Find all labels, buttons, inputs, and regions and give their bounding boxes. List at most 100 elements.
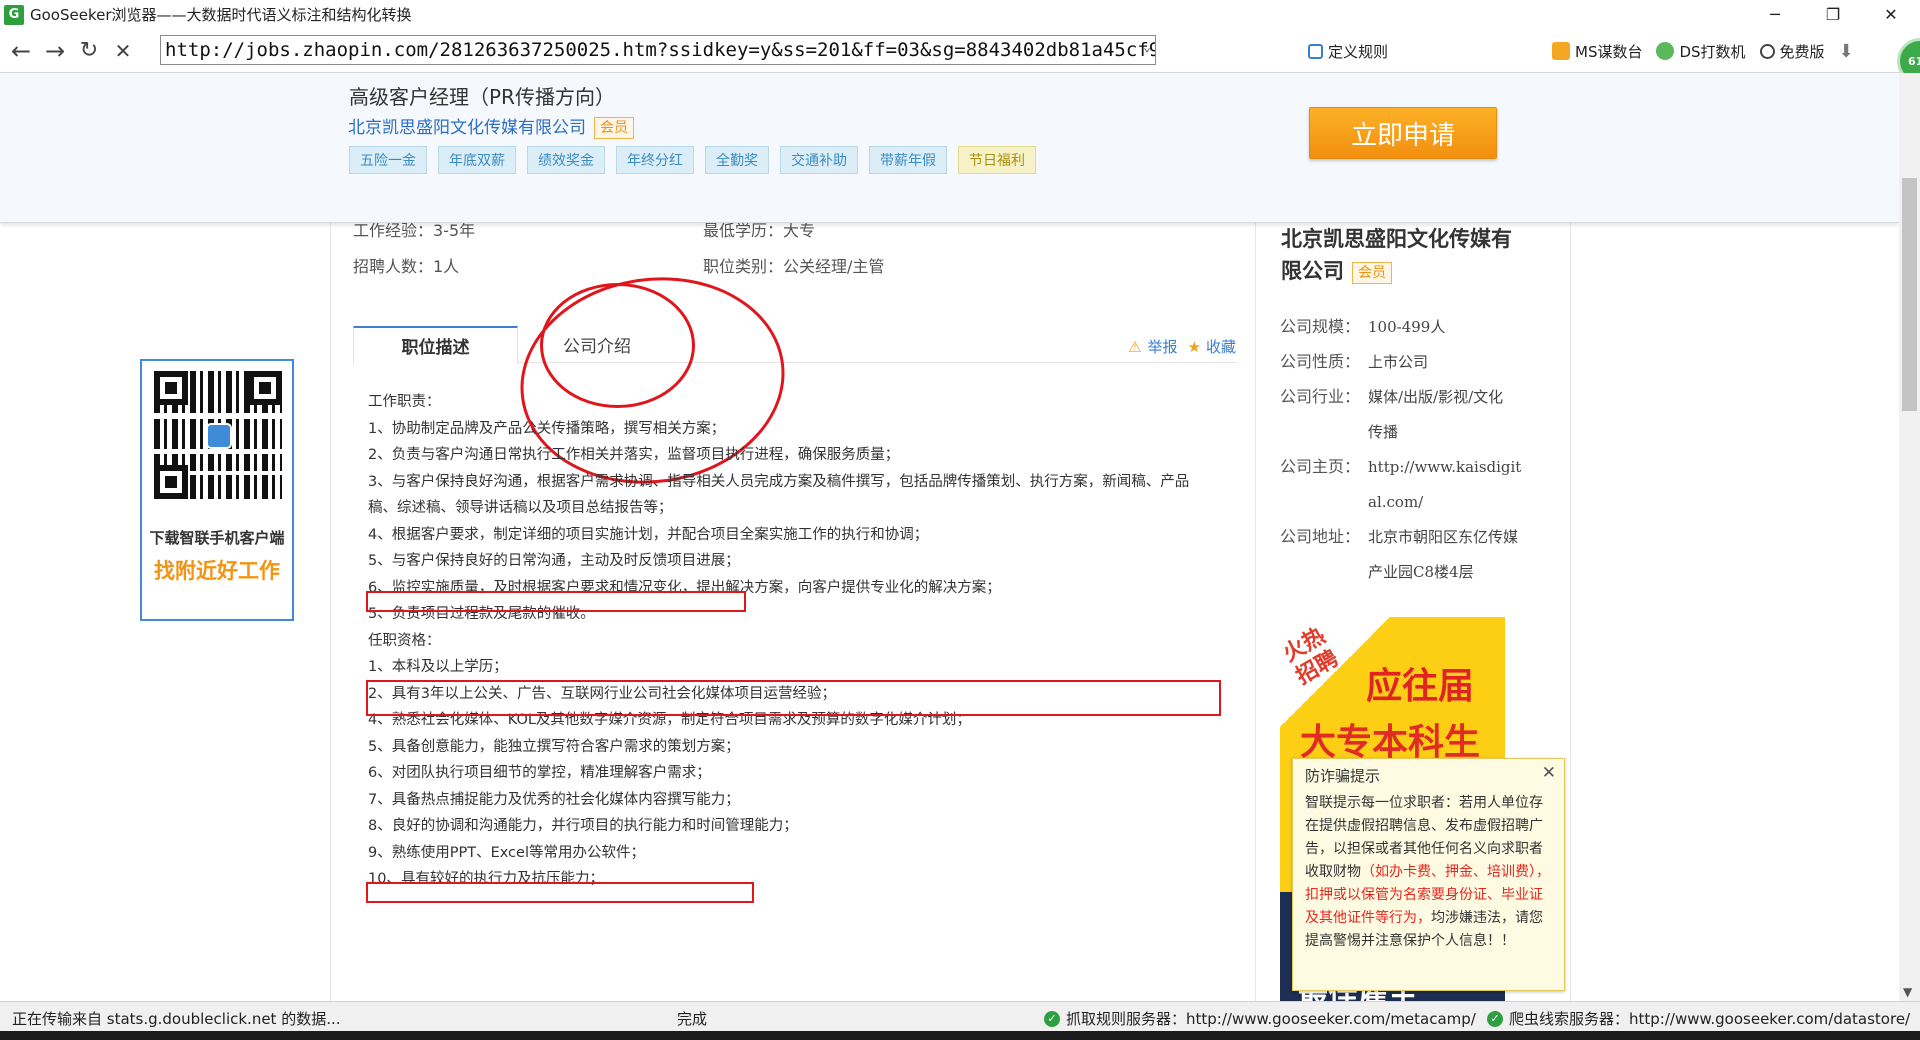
fraud-tip-title: 防诈骗提示	[1305, 767, 1381, 785]
benefit-tag: 五险一金	[349, 146, 427, 174]
apply-button[interactable]: 立即申请	[1309, 107, 1497, 159]
minimize-icon[interactable]: ─	[1746, 0, 1804, 29]
qr-caption: 下载智联手机客户端	[149, 529, 285, 547]
description-line: 9、熟练使用PPT、Excel等常用办公软件；	[368, 844, 645, 861]
ds-label: DS打数机	[1679, 42, 1746, 61]
ds-icon	[1656, 42, 1675, 60]
company-name-line: 北京凯思盛阳文化传媒有	[1281, 226, 1512, 251]
description-line: 稿、综述稿、领导讲话稿以及项目总结报告等；	[368, 500, 673, 516]
loading-status: 正在传输来自 stats.g.doubleclick.net 的数据...	[12, 1010, 341, 1028]
define-rule-label: 定义规则	[1328, 42, 1389, 61]
restore-icon[interactable]: ❐	[1804, 0, 1862, 29]
crawler-server-status[interactable]: ✓ 爬虫线索服务器：http://www.gooseeker.com/datast…	[1487, 1008, 1910, 1029]
description-line: 7、具备热点捕捉能力及优秀的社会化媒体内容撰写能力；	[368, 791, 740, 808]
info-key: 公司行业：	[1280, 387, 1361, 406]
page-content: 高级客户经理（PR传播方向） 北京凯思盛阳文化传媒有限公司 会员 五险一金 年底双…	[0, 73, 1899, 1001]
taskbar	[0, 1031, 1920, 1040]
vip-badge: 会员	[1352, 261, 1392, 284]
info-value: 上市公司	[1368, 353, 1429, 371]
app-qr-card[interactable]: 下载智联手机客户端 找附近好工作	[140, 359, 294, 621]
benefit-tag: 年底双薪	[438, 146, 516, 174]
detail-tabs: 职位描述 公司介绍 ⚠ 举报 ★ 收藏	[353, 318, 1236, 364]
vertical-scrollbar[interactable]: ▼	[1899, 73, 1920, 1001]
company-name[interactable]: 北京凯思盛阳文化传媒有限公司	[348, 118, 586, 138]
check-icon: ✓	[1487, 1010, 1503, 1027]
app-logo-icon: G	[4, 4, 24, 25]
info-key: 公司规模：	[1280, 317, 1361, 336]
company-name-line: 限公司	[1281, 258, 1344, 283]
stop-icon[interactable]: ✕	[106, 34, 140, 68]
warning-icon: ⚠	[1128, 337, 1142, 356]
free-label: 免费版	[1779, 42, 1825, 61]
address-bar[interactable]: http://jobs.zhaopin.com/281263637250025.…	[160, 35, 1156, 65]
window-title: GooSeeker浏览器——大数据时代语义标注和结构化转换	[30, 6, 412, 24]
rule-server-text: 抓取规则服务器：http://www.gooseeker.com/metacam…	[1066, 1010, 1476, 1028]
ds-button[interactable]: DS打数机	[1656, 41, 1746, 62]
download-icon[interactable]: ⬇	[1839, 41, 1854, 62]
description-line: 4、根据客户要求，制定详细的项目实施计划，并配合项目全案实施工作的执行和协调；	[368, 526, 929, 543]
company-link[interactable]: 北京凯思盛阳文化传媒有限公司 会员	[348, 113, 634, 139]
toolbar-left: 定义规则	[1308, 29, 1410, 73]
url-text: http://jobs.zhaopin.com/281263637250025.…	[165, 39, 1156, 61]
category-info: 职位类别：公关经理/主管	[703, 257, 885, 276]
annotation-box	[366, 882, 754, 903]
description-line: 5、具备创意能力，能独立撰写符合客户需求的策划方案；	[368, 738, 740, 755]
benefit-tag: 交通补助	[780, 146, 858, 174]
ms-button[interactable]: MS谋数台	[1552, 41, 1642, 62]
info-key: 公司性质：	[1280, 352, 1361, 371]
title-bar: G GooSeeker浏览器——大数据时代语义标注和结构化转换 ─ ❐ ✕	[0, 0, 1920, 29]
scrollbar-thumb[interactable]	[1902, 178, 1917, 411]
rule-server-status[interactable]: ✓ 抓取规则服务器：http://www.gooseeker.com/metaca…	[1044, 1008, 1476, 1029]
done-status: 完成	[677, 1010, 708, 1028]
sidebar-company-name[interactable]: 北京凯思盛阳文化传媒有 限公司 会员	[1281, 223, 1551, 287]
ms-icon	[1552, 42, 1570, 60]
report-link[interactable]: 举报	[1148, 336, 1178, 357]
company-homepage-cont: al.com/	[1280, 485, 1423, 519]
company-address: 公司地址： 北京市朝阳区东亿传媒	[1280, 520, 1518, 554]
info-value: 媒体/出版/影视/文化	[1368, 388, 1504, 406]
scroll-down-icon[interactable]: ▼	[1903, 985, 1912, 999]
benefit-tag: 全勤奖	[705, 146, 769, 174]
annotation-box	[366, 680, 1221, 716]
benefit-tag: 带薪年假	[869, 146, 947, 174]
homepage-link[interactable]: al.com/	[1368, 493, 1423, 511]
star-icon: ★	[1187, 337, 1201, 356]
favorite-link[interactable]: 收藏	[1206, 336, 1236, 357]
tab-tools: ⚠ 举报 ★ 收藏	[1128, 336, 1236, 357]
job-title: 高级客户经理（PR传播方向）	[349, 85, 615, 109]
homepage-link[interactable]: http://www.kaisdigit	[1368, 458, 1521, 476]
edit-icon	[1308, 43, 1323, 59]
benefit-tag: 节日福利	[958, 146, 1036, 174]
close-icon[interactable]: ✕	[1542, 762, 1556, 785]
forward-icon[interactable]: →	[38, 34, 72, 68]
benefit-tag: 年终分红	[616, 146, 694, 174]
navigation-bar: ← → ↻ ✕ http://jobs.zhaopin.com/28126363…	[0, 29, 1920, 73]
crawler-server-text: 爬虫线索服务器：http://www.gooseeker.com/datasto…	[1509, 1010, 1911, 1028]
description-line: 6、对团队执行项目细节的掌控，精准理解客户需求；	[368, 765, 711, 781]
window-controls: ─ ❐ ✕	[1746, 0, 1920, 29]
description-line: 1、协助制定品牌及产品公关传播策略，撰写相关方案；	[368, 420, 726, 437]
define-rule-button[interactable]: 定义规则	[1308, 41, 1388, 62]
description-line: 任职资格：	[368, 632, 441, 649]
fraud-tip-body: 智联提示每一位求职者：若用人单位存在提供虚假招聘信息、发布虚假招聘广告，以担保或…	[1305, 792, 1552, 953]
info-value: 北京市朝阳区东亿传媒	[1368, 528, 1519, 546]
reload-icon[interactable]: ↻	[72, 34, 106, 68]
company-scale: 公司规模： 100-499人	[1280, 310, 1445, 344]
check-icon: ✓	[1044, 1010, 1060, 1027]
job-header: 高级客户经理（PR传播方向） 北京凯思盛阳文化传媒有限公司 会员 五险一金 年底双…	[0, 73, 1899, 223]
vip-badge: 会员	[594, 117, 634, 139]
ad-headline: 应往届	[1366, 666, 1475, 707]
company-type: 公司性质： 上市公司	[1280, 345, 1428, 379]
tab-job-description[interactable]: 职位描述	[353, 326, 518, 364]
info-value: 产业园C8楼4层	[1368, 563, 1474, 581]
description-line: 1、本科及以上学历；	[368, 659, 508, 675]
close-icon[interactable]: ✕	[1862, 0, 1920, 29]
job-description: 工作职责： 1、协助制定品牌及产品公关传播策略，撰写相关方案； 2、负责与客户沟…	[368, 389, 1248, 893]
company-address-cont: 产业园C8楼4层	[1280, 555, 1474, 589]
back-icon[interactable]: ←	[4, 34, 38, 68]
benefit-tags: 五险一金 年底双薪 绩效奖金 年终分红 全勤奖 交通补助 带薪年假 节日福利	[349, 146, 1047, 174]
company-industry-cont: 传播	[1280, 415, 1398, 449]
chevron-down-icon[interactable]: ⌄	[1143, 40, 1151, 55]
company-homepage: 公司主页： http://www.kaisdigit	[1280, 450, 1521, 484]
free-version-button[interactable]: 免费版	[1759, 41, 1825, 62]
